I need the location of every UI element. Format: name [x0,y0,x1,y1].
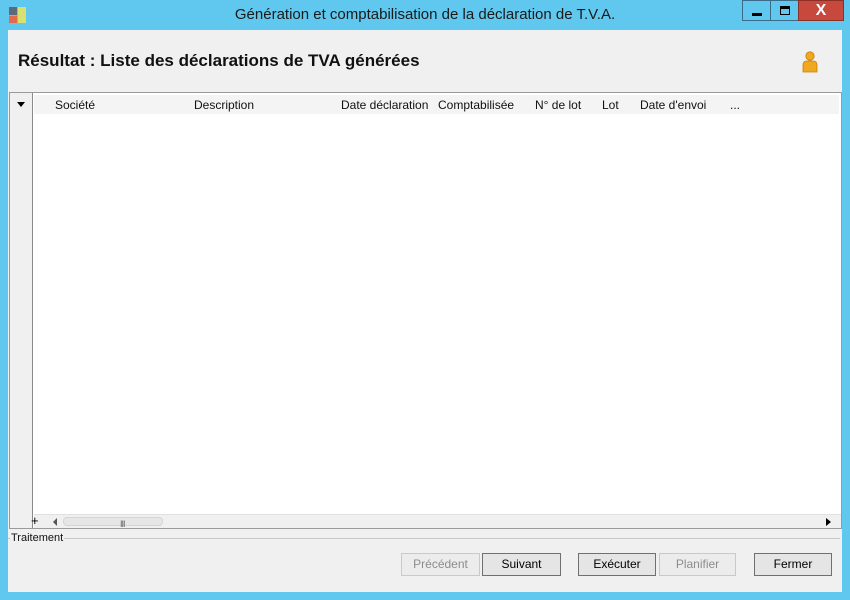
execute-button[interactable]: Exécuter [578,553,656,576]
column-header-description[interactable]: Description [194,98,254,112]
dropdown-arrow-icon[interactable] [17,102,25,107]
next-button[interactable]: Suivant [482,553,561,576]
column-header-lot[interactable]: Lot [602,98,619,112]
grid-header: Société Description Date déclaration Com… [34,95,839,114]
maximize-icon [780,6,790,15]
column-header-numero-lot[interactable]: N° de lot [535,98,581,112]
schedule-button[interactable]: Planifier [659,553,736,576]
group-divider-right [64,538,840,539]
column-header-date-declaration[interactable]: Date déclaration [341,98,428,112]
scrollbar-grip-icon[interactable]: III [120,519,125,529]
declarations-grid[interactable]: Société Description Date déclaration Com… [9,92,842,529]
group-divider-left [8,538,10,539]
column-header-date-envoi[interactable]: Date d'envoi [640,98,706,112]
user-icon[interactable] [801,51,819,73]
minimize-button[interactable] [742,0,771,21]
column-header-more[interactable]: ... [730,98,740,112]
grid-footer: + III [31,513,841,529]
minimize-icon [752,13,762,16]
column-header-comptabilisee[interactable]: Comptabilisée [438,98,514,112]
close-window-button[interactable]: X [798,0,844,21]
previous-button[interactable]: Précédent [401,553,480,576]
close-icon: X [815,2,827,19]
maximize-button[interactable] [770,0,799,21]
horizontal-scrollbar[interactable]: III [63,517,163,529]
app-window: Génération et comptabilisation de la déc… [0,0,850,600]
grid-row-selector[interactable] [10,93,33,528]
column-header-societe[interactable]: Société [55,98,95,112]
grid-body[interactable] [34,114,841,514]
close-button[interactable]: Fermer [754,553,832,576]
page-header: Résultat : Liste des déclarations de TVA… [8,30,842,90]
scroll-left-icon[interactable] [53,518,57,526]
title-bar[interactable]: Génération et comptabilisation de la déc… [0,0,850,30]
group-label-traitement: Traitement [11,532,64,544]
scroll-right-icon[interactable] [826,518,831,526]
add-row-icon[interactable]: + [31,513,39,528]
page-title: Résultat : Liste des déclarations de TVA… [18,51,420,70]
client-area: Résultat : Liste des déclarations de TVA… [8,30,842,592]
window-title: Génération et comptabilisation de la déc… [234,6,616,23]
